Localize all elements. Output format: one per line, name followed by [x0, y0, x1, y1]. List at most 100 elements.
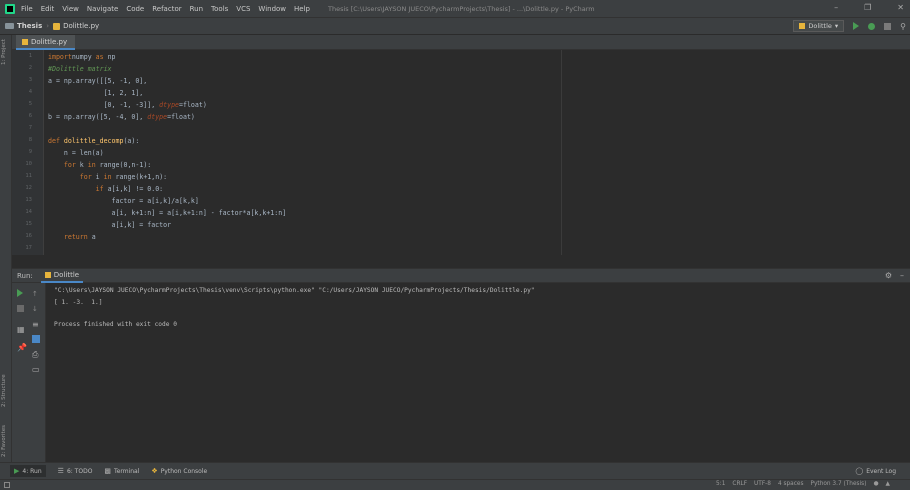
run-icon: ▶ — [14, 467, 20, 475]
code-token: a — [87, 233, 96, 241]
file-encoding[interactable]: UTF-8 — [754, 481, 771, 487]
line-number: 12 — [25, 185, 32, 191]
code-line: if a[i,k] != 0.0: — [48, 183, 164, 195]
caret-position[interactable]: 5:1 — [716, 481, 725, 487]
breadcrumb-separator: › — [46, 22, 50, 30]
rerun-icon[interactable] — [17, 289, 23, 297]
breadcrumb-project[interactable]: Thesis — [5, 22, 42, 30]
code-token: [0, -1, -3]], — [48, 101, 160, 109]
run-tools-column: ↑ ↓ ≡ ▦ 📌 ⎙ ▭ — [12, 283, 46, 462]
line-separator[interactable]: CRLF — [732, 481, 747, 487]
terminal-icon: ▩ — [104, 467, 112, 475]
todo-tool-button[interactable]: ☰ 6: TODO — [58, 467, 93, 475]
run-tab-dolittle[interactable]: Dolittle — [40, 268, 84, 283]
lock-icon[interactable]: ● — [873, 481, 878, 487]
menu-edit[interactable]: Edit — [41, 5, 55, 13]
line-number: 4 — [28, 89, 32, 95]
maximize-icon[interactable]: ❐ — [864, 3, 871, 12]
gear-icon[interactable]: ⚙ — [885, 271, 892, 280]
close-icon[interactable]: ✕ — [897, 3, 904, 12]
code-line: a = np.array([[5, -1, 0], — [48, 75, 147, 87]
minimize-icon[interactable]: – — [834, 3, 838, 12]
line-number: 8 — [28, 137, 32, 143]
menu-run[interactable]: Run — [190, 5, 203, 13]
soft-wrap-icon[interactable]: ≡ — [32, 320, 39, 329]
navigation-bar: Thesis › Dolittle.py Dolittle ▾ ⚲ — [0, 18, 910, 35]
notifications-icon[interactable]: ▲ — [886, 481, 890, 487]
structure-tool-button[interactable]: 2: Structure — [1, 374, 7, 407]
code-token: (a): — [123, 137, 140, 145]
chevron-down-icon: ▾ — [834, 22, 839, 30]
terminal-tool-button[interactable]: ▩ Terminal — [104, 467, 139, 475]
menu-code[interactable]: Code — [126, 5, 144, 13]
menu-vcs[interactable]: VCS — [236, 5, 250, 13]
menu-refactor[interactable]: Refactor — [152, 5, 181, 13]
pycharm-logo-icon — [5, 3, 15, 14]
event-log-button[interactable]: ◯ Event Log — [855, 467, 896, 475]
python-console-tool-button[interactable]: ❖ Python Console — [151, 467, 207, 475]
code-line: for i in range(k+1,n): — [48, 171, 167, 183]
debug-icon[interactable] — [868, 22, 876, 30]
run-window-label: Run: — [17, 271, 33, 280]
python-console-icon: ❖ — [151, 467, 158, 475]
project-tool-button[interactable]: 1: Project — [1, 39, 7, 65]
run-console[interactable]: "C:\Users\JAYSON JUECO\PycharmProjects\T… — [46, 283, 910, 462]
python-interpreter[interactable]: Python 3.7 (Thesis) — [811, 481, 867, 487]
menu-help[interactable]: Help — [294, 5, 310, 13]
left-tool-strip: 1: Project 2: Structure 2: Favorites — [0, 35, 12, 462]
code-token: a[i, k+1:n] = a[i,k+1:n] - factor*a[k,k+… — [48, 209, 287, 217]
trash-icon[interactable]: ▭ — [32, 365, 40, 374]
line-number: 10 — [25, 161, 32, 167]
scroll-to-end-icon[interactable] — [32, 335, 40, 343]
layout-icon[interactable]: ▦ — [17, 325, 25, 334]
python-file-icon — [44, 271, 51, 278]
run-configuration-select[interactable]: Dolittle ▾ — [793, 20, 845, 32]
line-number: 6 — [28, 113, 32, 119]
favorites-tool-button[interactable]: 2: Favorites — [1, 425, 7, 457]
todo-tool-label: 6: TODO — [66, 467, 93, 475]
run-tool-button[interactable]: ▶ 4: Run — [10, 465, 46, 477]
breadcrumb-file[interactable]: Dolittle.py — [53, 22, 99, 30]
indent-setting[interactable]: 4 spaces — [778, 481, 804, 487]
stop-icon[interactable] — [17, 305, 24, 312]
python-file-icon — [22, 38, 28, 45]
code-token: range(k+1,n): — [111, 173, 168, 181]
editor-tab-dolittle[interactable]: Dolittle.py — [16, 35, 76, 50]
code-token: for — [79, 173, 92, 181]
line-number: 1 — [28, 53, 32, 59]
line-number: 17 — [25, 245, 32, 251]
code-token: =float) — [179, 101, 207, 109]
tool-windows-toggle-icon[interactable] — [4, 482, 10, 488]
menu-view[interactable]: View — [62, 5, 79, 13]
hide-icon[interactable]: – — [900, 271, 904, 280]
menu-navigate[interactable]: Navigate — [87, 5, 118, 13]
code-token: import — [48, 53, 72, 61]
line-number: 3 — [28, 77, 32, 83]
pin-icon[interactable]: 📌 — [17, 343, 27, 352]
arrow-down-icon[interactable]: ↓ — [32, 305, 38, 313]
code-token: for — [63, 161, 76, 169]
line-number: 2 — [28, 65, 32, 71]
breadcrumb-project-label: Thesis — [17, 22, 43, 30]
search-icon[interactable]: ⚲ — [900, 22, 906, 31]
run-tool-window-header: Run: Dolittle ⚙ – — [12, 268, 910, 283]
stop-icon[interactable] — [884, 22, 892, 30]
code-editor[interactable]: importnumpy as np #Dolittle matrix a = np.… — [44, 50, 910, 255]
code-token: np — [103, 53, 116, 61]
run-window-controls: ⚙ – — [885, 271, 904, 280]
menu-tools[interactable]: Tools — [211, 5, 228, 13]
code-token: factor = a[i,k]/a[k,k] — [48, 197, 199, 205]
right-margin-guide — [561, 50, 562, 255]
menu-file[interactable]: File — [21, 5, 33, 13]
code-token: numpy — [71, 53, 96, 61]
print-icon[interactable]: ⎙ — [32, 350, 38, 359]
console-exit-line: Process finished with exit code 0 — [54, 321, 177, 328]
line-number-gutter: 1 2 3 4 5 6 7 8 9 10 11 12 13 14 15 16 1… — [12, 50, 44, 255]
menu-window[interactable]: Window — [258, 5, 286, 13]
code-line: a[i,k] = factor — [48, 219, 172, 231]
run-icon[interactable] — [853, 22, 860, 30]
arrow-up-icon[interactable]: ↑ — [32, 290, 38, 298]
